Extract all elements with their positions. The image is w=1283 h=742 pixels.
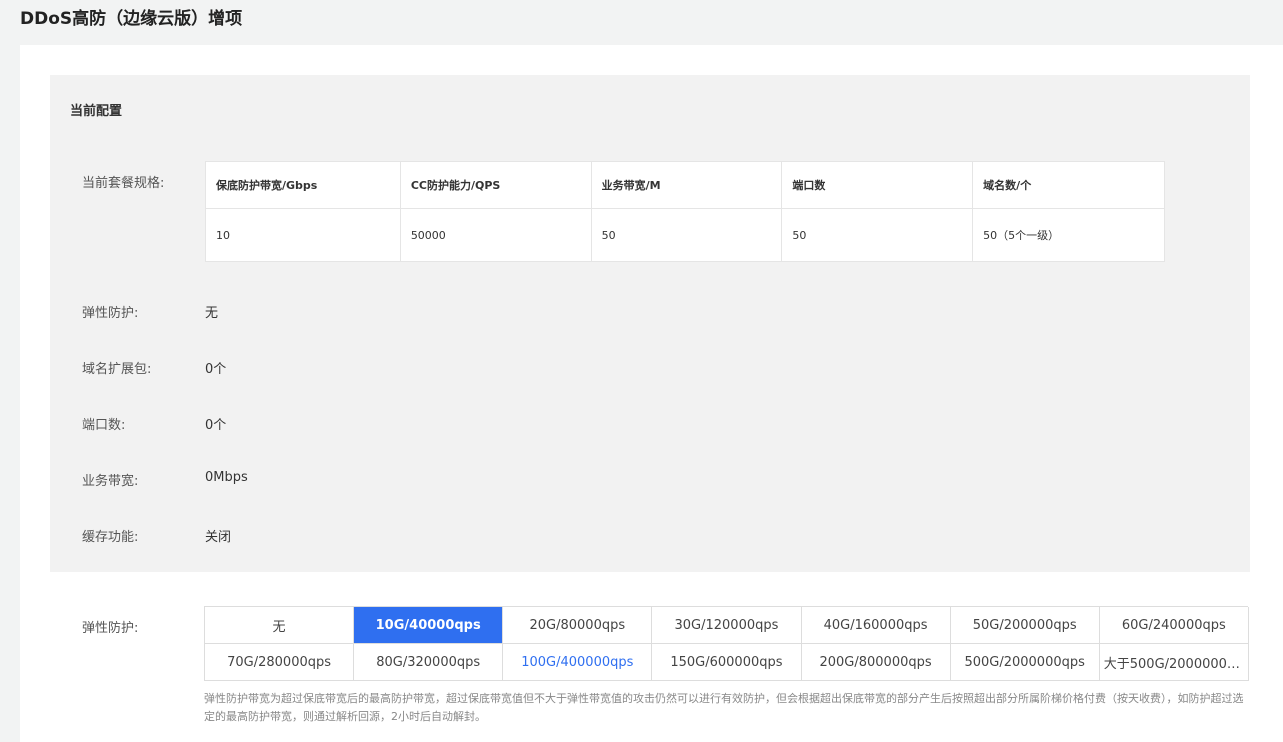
elastic-option-20g[interactable]: 20G/80000qps <box>503 607 653 644</box>
spec-header-cell: 保底防护带宽/Gbps <box>205 161 401 209</box>
elastic-hint-text: 弹性防护带宽为超过保底带宽后的最高防护带宽，超过保底带宽值但不大于弹性带宽值的攻… <box>204 692 1244 723</box>
spec-header-cell: CC防护能力/QPS <box>399 161 592 209</box>
cache-label: 缓存功能: <box>82 530 139 545</box>
spec-header-cell: 端口数 <box>781 161 974 209</box>
elastic-option-none[interactable]: 无 <box>205 607 355 644</box>
domain-pack-label: 域名扩展包: <box>82 362 152 377</box>
page-title: DDoS高防（边缘云版）增项 <box>20 9 243 29</box>
elastic-option-60g[interactable]: 60G/240000qps <box>1099 607 1249 644</box>
spec-header-cell: 业务带宽/M <box>590 161 783 209</box>
elastic-option-200g[interactable]: 200G/800000qps <box>801 644 951 681</box>
bandwidth-value: 0Mbps <box>205 470 248 485</box>
elastic-option-grid: 无 10G/40000qps 20G/80000qps 30G/120000qp… <box>204 606 1249 681</box>
spec-table: 保底防护带宽/Gbps CC防护能力/QPS 业务带宽/M 端口数 域名数/个 … <box>205 161 1165 262</box>
elastic-option-80g[interactable]: 80G/320000qps <box>354 644 504 681</box>
spec-header-cell: 域名数/个 <box>972 161 1165 209</box>
elastic-option-40g[interactable]: 40G/160000qps <box>801 607 951 644</box>
spec-value-cell: 50（5个一级） <box>972 208 1165 262</box>
elastic-option-label: 弹性防护: <box>82 621 139 636</box>
elastic-option-150g[interactable]: 150G/600000qps <box>652 644 802 681</box>
port-count-value: 0个 <box>205 418 227 433</box>
spec-value-cell: 50000 <box>399 208 592 262</box>
elastic-option-50g[interactable]: 50G/200000qps <box>950 607 1100 644</box>
elastic-protection-label: 弹性防护: <box>82 306 139 321</box>
spec-label: 当前套餐规格: <box>82 176 165 191</box>
domain-pack-value: 0个 <box>205 362 227 377</box>
spec-value-row: 10 50000 50 50 50（5个一级） <box>205 208 1165 262</box>
elastic-option-30g[interactable]: 30G/120000qps <box>652 607 802 644</box>
spec-value-cell: 50 <box>781 208 974 262</box>
bandwidth-label: 业务带宽: <box>82 474 139 489</box>
spec-value-cell: 10 <box>205 208 401 262</box>
spec-value-cell: 50 <box>590 208 783 262</box>
elastic-option-500g[interactable]: 500G/2000000qps <box>950 644 1100 681</box>
elastic-option-over-500g-label: 大于500G/2000000qps <box>1103 656 1244 672</box>
cache-value: 关闭 <box>205 530 232 545</box>
elastic-option-100g[interactable]: 100G/400000qps <box>503 644 653 681</box>
spec-header-row: 保底防护带宽/Gbps CC防护能力/QPS 业务带宽/M 端口数 域名数/个 <box>205 161 1165 209</box>
current-config-panel: 当前配置 当前套餐规格: 保底防护带宽/Gbps CC防护能力/QPS 业务带宽… <box>50 75 1250 572</box>
elastic-option-over-500g[interactable]: 大于500G/2000000qps <box>1099 644 1249 681</box>
elastic-protection-value: 无 <box>205 306 219 321</box>
port-count-label: 端口数: <box>82 418 126 433</box>
elastic-option-10g[interactable]: 10G/40000qps <box>354 607 504 644</box>
elastic-option-70g[interactable]: 70G/280000qps <box>205 644 355 681</box>
config-title: 当前配置 <box>70 104 123 119</box>
